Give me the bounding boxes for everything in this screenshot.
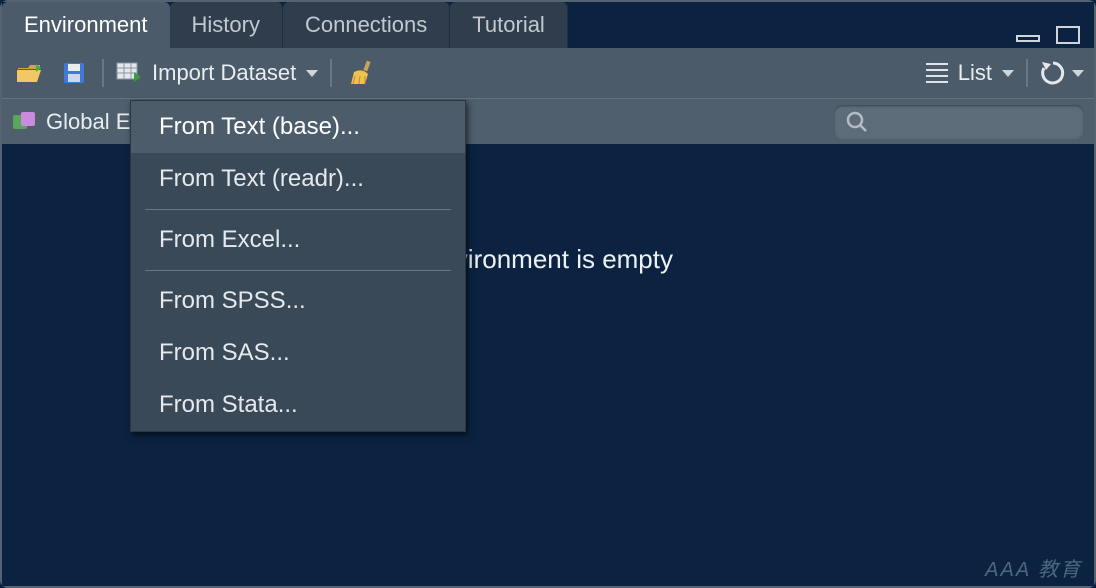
search-icon <box>846 111 868 133</box>
menu-separator <box>145 209 451 210</box>
menu-from-text-readr[interactable]: From Text (readr)... <box>131 153 465 205</box>
tab-connections[interactable]: Connections <box>283 2 450 48</box>
menu-from-spss[interactable]: From SPSS... <box>131 275 465 327</box>
pane-tabs: Environment History Connections Tutorial <box>2 2 1094 48</box>
toolbar-divider <box>1026 59 1028 87</box>
view-mode-label: List <box>958 60 992 86</box>
list-lines-icon <box>926 63 948 83</box>
environment-search-input[interactable] <box>834 105 1084 139</box>
watermark-text: AAA 教育 <box>985 553 1082 582</box>
grid-import-icon <box>116 62 142 84</box>
environment-scope-icon <box>12 111 36 133</box>
import-dataset-menu: From Text (base)... From Text (readr)...… <box>130 100 466 432</box>
toolbar-divider <box>330 59 332 87</box>
import-dataset-label: Import Dataset <box>152 60 296 86</box>
menu-separator <box>145 270 451 271</box>
refresh-icon <box>1040 60 1066 86</box>
broom-icon <box>348 60 376 86</box>
minimize-pane-icon[interactable] <box>1014 24 1044 46</box>
save-workspace-button[interactable] <box>58 55 90 91</box>
tab-history[interactable]: History <box>170 2 283 48</box>
menu-from-text-base[interactable]: From Text (base)... <box>131 101 465 153</box>
caret-down-icon <box>1002 70 1014 77</box>
clear-workspace-button[interactable] <box>344 55 380 91</box>
rstudio-environment-panel: Environment History Connections Tutorial <box>0 0 1096 588</box>
refresh-button[interactable] <box>1040 60 1084 86</box>
view-mode-button[interactable]: List <box>926 60 1014 86</box>
folder-open-icon <box>16 62 44 84</box>
toolbar-right: List <box>926 59 1084 87</box>
save-icon <box>62 61 86 85</box>
menu-from-excel[interactable]: From Excel... <box>131 214 465 266</box>
menu-from-stata[interactable]: From Stata... <box>131 379 465 431</box>
toolbar-divider <box>102 59 104 87</box>
open-workspace-button[interactable] <box>12 55 48 91</box>
pane-window-controls <box>1014 24 1094 48</box>
menu-from-sas[interactable]: From SAS... <box>131 327 465 379</box>
environment-toolbar: Import Dataset List <box>2 48 1094 98</box>
maximize-pane-icon[interactable] <box>1054 24 1084 46</box>
caret-down-icon <box>1072 70 1084 77</box>
import-dataset-button[interactable]: Import Dataset <box>116 60 318 86</box>
caret-down-icon <box>306 70 318 77</box>
tab-tutorial[interactable]: Tutorial <box>450 2 568 48</box>
tab-environment[interactable]: Environment <box>2 2 170 48</box>
